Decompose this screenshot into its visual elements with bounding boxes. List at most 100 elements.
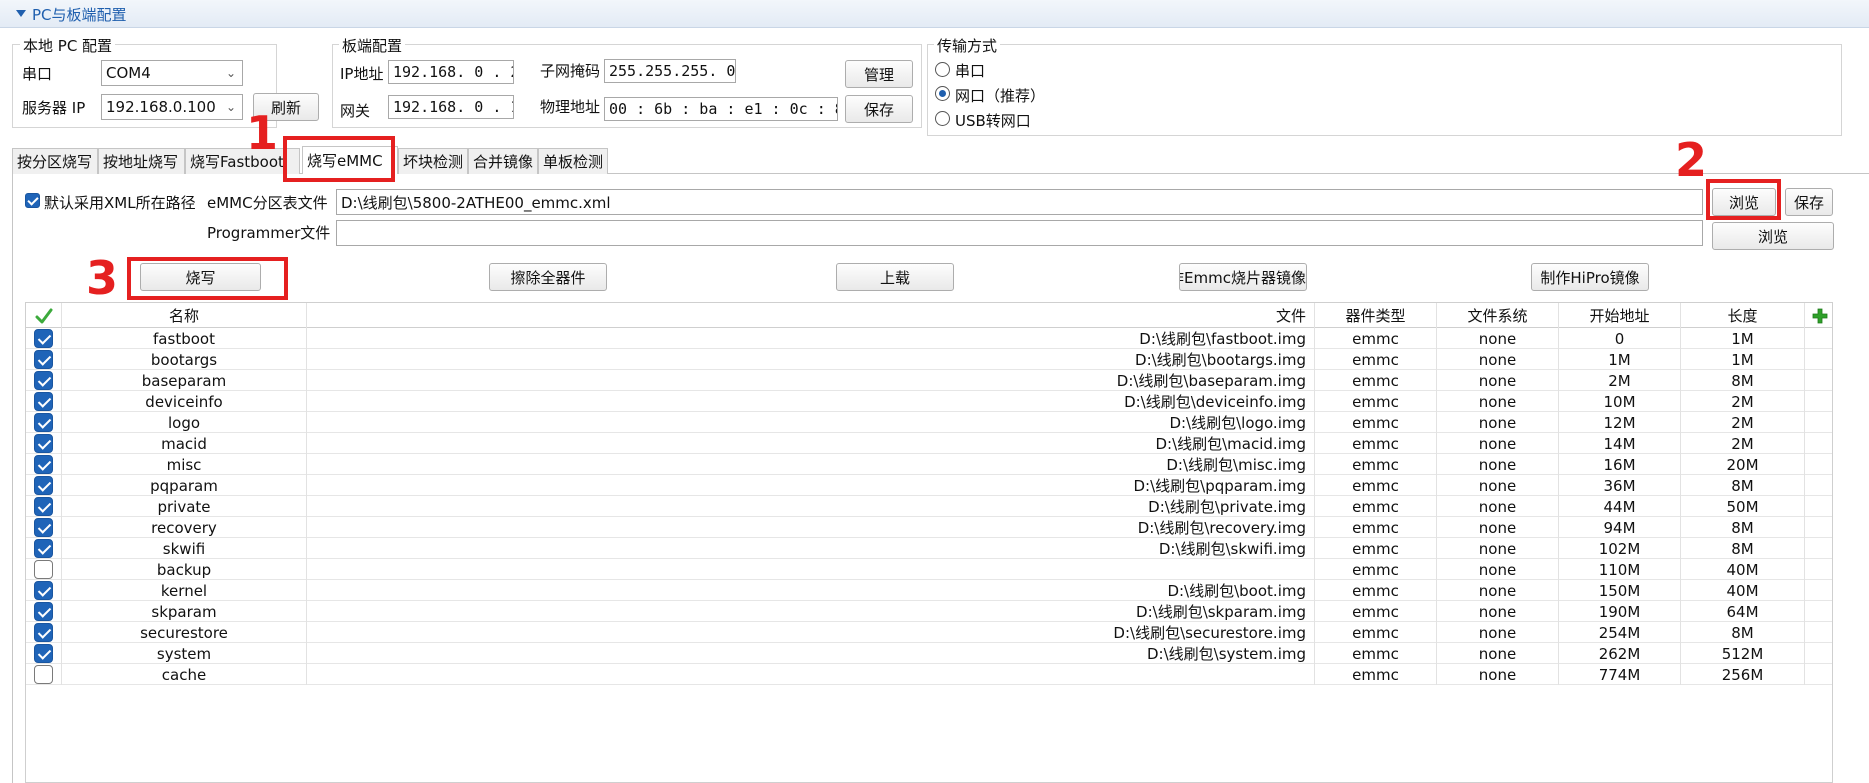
row-checkbox[interactable] bbox=[34, 434, 53, 453]
col-name[interactable]: 名称 bbox=[62, 303, 307, 328]
cell-start-address: 102M bbox=[1559, 538, 1681, 559]
col-length[interactable]: 长度 bbox=[1681, 303, 1805, 328]
make-hipro-image-button[interactable]: 制作HiPro镜像 bbox=[1531, 263, 1649, 291]
erase-all-button[interactable]: 擦除全器件 bbox=[489, 263, 607, 291]
cell-name: fastboot bbox=[62, 328, 307, 349]
row-checkbox[interactable] bbox=[34, 539, 53, 558]
table-row[interactable]: recovery D:\线刷包\recovery.img emmc none 94M 8M bbox=[26, 517, 1832, 538]
manage-button[interactable]: 管理 bbox=[845, 60, 913, 88]
cell-checkbox bbox=[26, 601, 62, 622]
cell-name: cache bbox=[62, 664, 307, 685]
cell-file: D:\线刷包\recovery.img bbox=[307, 517, 1315, 538]
check-mark-icon[interactable] bbox=[35, 307, 53, 325]
plus-icon[interactable] bbox=[1812, 308, 1828, 324]
row-checkbox[interactable] bbox=[34, 413, 53, 432]
add-row-cell[interactable] bbox=[1805, 303, 1832, 328]
cell-checkbox bbox=[26, 412, 62, 433]
row-checkbox[interactable] bbox=[34, 329, 53, 348]
gateway-input[interactable]: 192.168. 0 . 1 bbox=[388, 95, 514, 119]
cell-filesystem: none bbox=[1437, 559, 1559, 580]
table-row[interactable]: private D:\线刷包\private.img emmc none 44M 50M bbox=[26, 496, 1832, 517]
browse-programmer-button[interactable]: 浏览 bbox=[1712, 222, 1834, 250]
server-ip-select[interactable]: 192.168.0.100 ⌄ bbox=[101, 94, 243, 120]
col-device-type[interactable]: 器件类型 bbox=[1315, 303, 1437, 328]
col-filesystem[interactable]: 文件系统 bbox=[1437, 303, 1559, 328]
cell-device-type: emmc bbox=[1315, 601, 1437, 622]
table-row[interactable]: baseparam D:\线刷包\baseparam.img emmc none 2M 8… bbox=[26, 370, 1832, 391]
annotation-box-3 bbox=[127, 257, 288, 300]
cell-file: D:\线刷包\fastboot.img bbox=[307, 328, 1315, 349]
row-checkbox[interactable] bbox=[34, 518, 53, 537]
upload-button[interactable]: 上载 bbox=[836, 263, 954, 291]
cell-length: 2M bbox=[1681, 433, 1805, 454]
cell-name: bootargs bbox=[62, 349, 307, 370]
table-row[interactable]: backup emmc none 110M 40M bbox=[26, 559, 1832, 580]
tab-partition-burn[interactable]: 按分区烧写 bbox=[12, 148, 98, 174]
cell-device-type: emmc bbox=[1315, 538, 1437, 559]
tab-merge-image[interactable]: 合并镜像 bbox=[468, 148, 538, 174]
cell-checkbox bbox=[26, 475, 62, 496]
cell-spacer bbox=[1805, 412, 1832, 433]
row-checkbox[interactable] bbox=[34, 644, 53, 663]
subnet-mask-input[interactable]: 255.255.255. 0 bbox=[604, 59, 736, 83]
table-row[interactable]: fastboot D:\线刷包\fastboot.img emmc none 0 1M bbox=[26, 328, 1832, 349]
partition-file-input[interactable]: D:\线刷包\5800-2ATHE00_emmc.xml bbox=[336, 189, 1703, 215]
tab-board-check[interactable]: 单板检测 bbox=[538, 148, 608, 174]
section-title: PC与板端配置 bbox=[32, 6, 127, 24]
row-checkbox[interactable] bbox=[34, 665, 53, 684]
triangle-down-icon[interactable] bbox=[16, 10, 26, 17]
programmer-file-input[interactable] bbox=[336, 220, 1703, 246]
row-checkbox[interactable] bbox=[34, 623, 53, 642]
default-xml-path-checkbox[interactable] bbox=[25, 193, 40, 208]
radio-usb-network[interactable] bbox=[935, 111, 950, 126]
col-start-address[interactable]: 开始地址 bbox=[1559, 303, 1681, 328]
tab-bad-block-check[interactable]: 坏块检测 bbox=[398, 148, 468, 174]
cell-device-type: emmc bbox=[1315, 580, 1437, 601]
table-row[interactable]: deviceinfo D:\线刷包\deviceinfo.img emmc none 1… bbox=[26, 391, 1832, 412]
col-file[interactable]: 文件 bbox=[307, 303, 1315, 328]
cell-file: D:\线刷包\private.img bbox=[307, 496, 1315, 517]
mac-address-input[interactable]: 00 : 6b : ba : e1 : 0c : 8e bbox=[604, 97, 838, 121]
make-emmc-image-label: 制作Emmc烧片器镜像 bbox=[1180, 268, 1306, 287]
table-row[interactable]: bootargs D:\线刷包\bootargs.img emmc none 1M 1M bbox=[26, 349, 1832, 370]
table-row[interactable]: securestore D:\线刷包\securestore.img emmc non… bbox=[26, 622, 1832, 643]
row-checkbox[interactable] bbox=[34, 350, 53, 369]
cell-spacer bbox=[1805, 517, 1832, 538]
table-row[interactable]: pqparam D:\线刷包\pqparam.img emmc none 36M 8M bbox=[26, 475, 1832, 496]
cell-filesystem: none bbox=[1437, 601, 1559, 622]
table-row[interactable]: skwifi D:\线刷包\skwifi.img emmc none 102M 8M bbox=[26, 538, 1832, 559]
table-row[interactable]: macid D:\线刷包\macid.img emmc none 14M 2M bbox=[26, 433, 1832, 454]
section-header[interactable]: PC与板端配置 bbox=[0, 0, 1869, 28]
table-row[interactable]: system D:\线刷包\system.img emmc none 262M 512M bbox=[26, 643, 1832, 664]
make-emmc-image-button[interactable]: 制作Emmc烧片器镜像 bbox=[1179, 263, 1307, 291]
cell-filesystem: none bbox=[1437, 349, 1559, 370]
table-row[interactable]: skparam D:\线刷包\skparam.img emmc none 190M 64M bbox=[26, 601, 1832, 622]
serial-port-select[interactable]: COM4 ⌄ bbox=[101, 60, 243, 86]
board-save-button[interactable]: 保存 bbox=[845, 95, 913, 123]
tab-address-burn[interactable]: 按地址烧写 bbox=[98, 148, 185, 174]
radio-serial[interactable] bbox=[935, 62, 950, 77]
cell-name: skparam bbox=[62, 601, 307, 622]
cell-start-address: 12M bbox=[1559, 412, 1681, 433]
cell-start-address: 10M bbox=[1559, 391, 1681, 412]
table-row[interactable]: kernel D:\线刷包\boot.img emmc none 150M 40M bbox=[26, 580, 1832, 601]
cell-checkbox bbox=[26, 664, 62, 685]
check-all-cell[interactable] bbox=[26, 303, 62, 328]
table-row[interactable]: logo D:\线刷包\logo.img emmc none 12M 2M bbox=[26, 412, 1832, 433]
row-checkbox[interactable] bbox=[34, 392, 53, 411]
radio-network[interactable] bbox=[935, 86, 950, 101]
cell-file: D:\线刷包\pqparam.img bbox=[307, 475, 1315, 496]
row-checkbox[interactable] bbox=[34, 602, 53, 621]
table-row[interactable]: misc D:\线刷包\misc.img emmc none 16M 20M bbox=[26, 454, 1832, 475]
row-checkbox[interactable] bbox=[34, 497, 53, 516]
row-checkbox[interactable] bbox=[34, 371, 53, 390]
row-checkbox[interactable] bbox=[34, 455, 53, 474]
table-row[interactable]: cache emmc none 774M 256M bbox=[26, 664, 1832, 685]
save-partition-button[interactable]: 保存 bbox=[1785, 188, 1833, 216]
row-checkbox[interactable] bbox=[34, 581, 53, 600]
board-ip-input[interactable]: 192.168. 0 . 2 bbox=[388, 60, 514, 84]
row-checkbox[interactable] bbox=[34, 476, 53, 495]
row-checkbox[interactable] bbox=[34, 560, 53, 579]
cell-spacer bbox=[1805, 370, 1832, 391]
cell-start-address: 774M bbox=[1559, 664, 1681, 685]
